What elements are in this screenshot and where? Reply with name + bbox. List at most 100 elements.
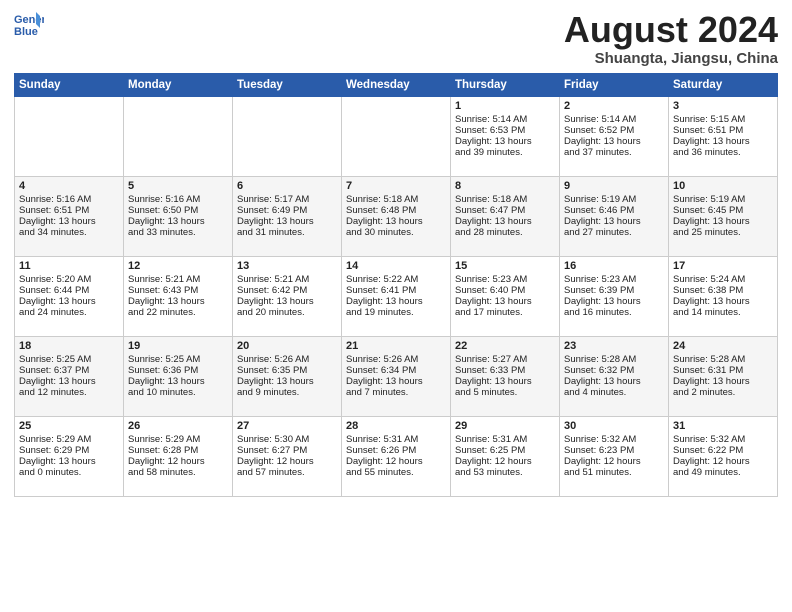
cell-text: Sunrise: 5:28 AM bbox=[564, 354, 664, 365]
calendar-cell: 14Sunrise: 5:22 AMSunset: 6:41 PMDayligh… bbox=[342, 256, 451, 336]
cell-text: Sunset: 6:51 PM bbox=[19, 205, 119, 216]
cell-text: Daylight: 13 hours bbox=[673, 216, 773, 227]
calendar-cell: 13Sunrise: 5:21 AMSunset: 6:42 PMDayligh… bbox=[233, 256, 342, 336]
calendar-cell bbox=[342, 96, 451, 176]
calendar-cell: 20Sunrise: 5:26 AMSunset: 6:35 PMDayligh… bbox=[233, 336, 342, 416]
cell-text: and 9 minutes. bbox=[237, 387, 337, 398]
cell-text: Sunrise: 5:22 AM bbox=[346, 274, 446, 285]
day-number: 30 bbox=[564, 420, 664, 432]
cell-text: Sunset: 6:51 PM bbox=[673, 125, 773, 136]
calendar-cell: 17Sunrise: 5:24 AMSunset: 6:38 PMDayligh… bbox=[669, 256, 778, 336]
cell-text: Daylight: 13 hours bbox=[455, 296, 555, 307]
cell-text: Daylight: 13 hours bbox=[564, 136, 664, 147]
cell-text: Sunrise: 5:23 AM bbox=[455, 274, 555, 285]
cell-text: Sunrise: 5:26 AM bbox=[346, 354, 446, 365]
cell-text: Daylight: 13 hours bbox=[128, 216, 228, 227]
cell-text: Daylight: 13 hours bbox=[455, 216, 555, 227]
calendar-cell: 25Sunrise: 5:29 AMSunset: 6:29 PMDayligh… bbox=[15, 416, 124, 496]
cell-text: Sunrise: 5:29 AM bbox=[19, 434, 119, 445]
cell-text: Sunrise: 5:21 AM bbox=[128, 274, 228, 285]
cell-text: Sunrise: 5:19 AM bbox=[564, 194, 664, 205]
cell-text: and 31 minutes. bbox=[237, 227, 337, 238]
cell-text: and 5 minutes. bbox=[455, 387, 555, 398]
day-number: 12 bbox=[128, 260, 228, 272]
calendar-table: Sunday Monday Tuesday Wednesday Thursday… bbox=[14, 73, 778, 497]
cell-text: Daylight: 12 hours bbox=[564, 456, 664, 467]
calendar-week-1: 4Sunrise: 5:16 AMSunset: 6:51 PMDaylight… bbox=[15, 176, 778, 256]
cell-text: Daylight: 12 hours bbox=[455, 456, 555, 467]
cell-text: Sunset: 6:43 PM bbox=[128, 285, 228, 296]
cell-text: and 12 minutes. bbox=[19, 387, 119, 398]
calendar-cell: 10Sunrise: 5:19 AMSunset: 6:45 PMDayligh… bbox=[669, 176, 778, 256]
cell-text: Sunrise: 5:32 AM bbox=[673, 434, 773, 445]
logo: General Blue bbox=[14, 10, 44, 38]
calendar-week-3: 18Sunrise: 5:25 AMSunset: 6:37 PMDayligh… bbox=[15, 336, 778, 416]
day-number: 24 bbox=[673, 340, 773, 352]
cell-text: Sunrise: 5:21 AM bbox=[237, 274, 337, 285]
calendar-cell: 27Sunrise: 5:30 AMSunset: 6:27 PMDayligh… bbox=[233, 416, 342, 496]
calendar-cell: 28Sunrise: 5:31 AMSunset: 6:26 PMDayligh… bbox=[342, 416, 451, 496]
day-number: 1 bbox=[455, 100, 555, 112]
cell-text: Sunrise: 5:18 AM bbox=[346, 194, 446, 205]
cell-text: Daylight: 13 hours bbox=[237, 216, 337, 227]
col-monday: Monday bbox=[124, 73, 233, 96]
calendar-cell bbox=[124, 96, 233, 176]
cell-text: Sunrise: 5:31 AM bbox=[455, 434, 555, 445]
calendar-cell: 26Sunrise: 5:29 AMSunset: 6:28 PMDayligh… bbox=[124, 416, 233, 496]
cell-text: and 17 minutes. bbox=[455, 307, 555, 318]
cell-text: Sunrise: 5:20 AM bbox=[19, 274, 119, 285]
cell-text: Sunset: 6:38 PM bbox=[673, 285, 773, 296]
day-number: 31 bbox=[673, 420, 773, 432]
cell-text: Daylight: 12 hours bbox=[346, 456, 446, 467]
cell-text: and 51 minutes. bbox=[564, 467, 664, 478]
day-number: 28 bbox=[346, 420, 446, 432]
cell-text: Sunset: 6:41 PM bbox=[346, 285, 446, 296]
cell-text: Sunset: 6:34 PM bbox=[346, 365, 446, 376]
cell-text: Daylight: 13 hours bbox=[19, 456, 119, 467]
col-tuesday: Tuesday bbox=[233, 73, 342, 96]
cell-text: Daylight: 13 hours bbox=[564, 376, 664, 387]
location: Shuangta, Jiangsu, China bbox=[564, 50, 778, 67]
header: General Blue August 2024 Shuangta, Jiang… bbox=[14, 10, 778, 67]
calendar-cell: 18Sunrise: 5:25 AMSunset: 6:37 PMDayligh… bbox=[15, 336, 124, 416]
cell-text: Sunset: 6:48 PM bbox=[346, 205, 446, 216]
calendar-week-4: 25Sunrise: 5:29 AMSunset: 6:29 PMDayligh… bbox=[15, 416, 778, 496]
calendar-cell: 5Sunrise: 5:16 AMSunset: 6:50 PMDaylight… bbox=[124, 176, 233, 256]
day-number: 9 bbox=[564, 180, 664, 192]
cell-text: Daylight: 12 hours bbox=[128, 456, 228, 467]
cell-text: Sunset: 6:44 PM bbox=[19, 285, 119, 296]
cell-text: Sunset: 6:46 PM bbox=[564, 205, 664, 216]
cell-text: and 14 minutes. bbox=[673, 307, 773, 318]
calendar-cell: 4Sunrise: 5:16 AMSunset: 6:51 PMDaylight… bbox=[15, 176, 124, 256]
cell-text: Daylight: 13 hours bbox=[455, 136, 555, 147]
cell-text: and 19 minutes. bbox=[346, 307, 446, 318]
cell-text: Sunset: 6:31 PM bbox=[673, 365, 773, 376]
month-title: August 2024 bbox=[564, 10, 778, 50]
cell-text: Daylight: 13 hours bbox=[19, 296, 119, 307]
day-number: 21 bbox=[346, 340, 446, 352]
col-friday: Friday bbox=[560, 73, 669, 96]
day-number: 10 bbox=[673, 180, 773, 192]
calendar-cell: 6Sunrise: 5:17 AMSunset: 6:49 PMDaylight… bbox=[233, 176, 342, 256]
cell-text: Sunset: 6:35 PM bbox=[237, 365, 337, 376]
cell-text: and 20 minutes. bbox=[237, 307, 337, 318]
day-number: 15 bbox=[455, 260, 555, 272]
calendar-cell: 21Sunrise: 5:26 AMSunset: 6:34 PMDayligh… bbox=[342, 336, 451, 416]
col-thursday: Thursday bbox=[451, 73, 560, 96]
cell-text: Sunrise: 5:28 AM bbox=[673, 354, 773, 365]
calendar-cell: 31Sunrise: 5:32 AMSunset: 6:22 PMDayligh… bbox=[669, 416, 778, 496]
cell-text: Sunset: 6:22 PM bbox=[673, 445, 773, 456]
cell-text: Sunset: 6:49 PM bbox=[237, 205, 337, 216]
calendar-cell: 7Sunrise: 5:18 AMSunset: 6:48 PMDaylight… bbox=[342, 176, 451, 256]
cell-text: Sunrise: 5:15 AM bbox=[673, 114, 773, 125]
cell-text: Daylight: 13 hours bbox=[237, 376, 337, 387]
day-number: 18 bbox=[19, 340, 119, 352]
cell-text: and 24 minutes. bbox=[19, 307, 119, 318]
cell-text: Sunrise: 5:23 AM bbox=[564, 274, 664, 285]
calendar-cell: 1Sunrise: 5:14 AMSunset: 6:53 PMDaylight… bbox=[451, 96, 560, 176]
cell-text: Daylight: 13 hours bbox=[128, 296, 228, 307]
day-number: 4 bbox=[19, 180, 119, 192]
cell-text: and 30 minutes. bbox=[346, 227, 446, 238]
cell-text: Sunset: 6:32 PM bbox=[564, 365, 664, 376]
calendar-week-0: 1Sunrise: 5:14 AMSunset: 6:53 PMDaylight… bbox=[15, 96, 778, 176]
